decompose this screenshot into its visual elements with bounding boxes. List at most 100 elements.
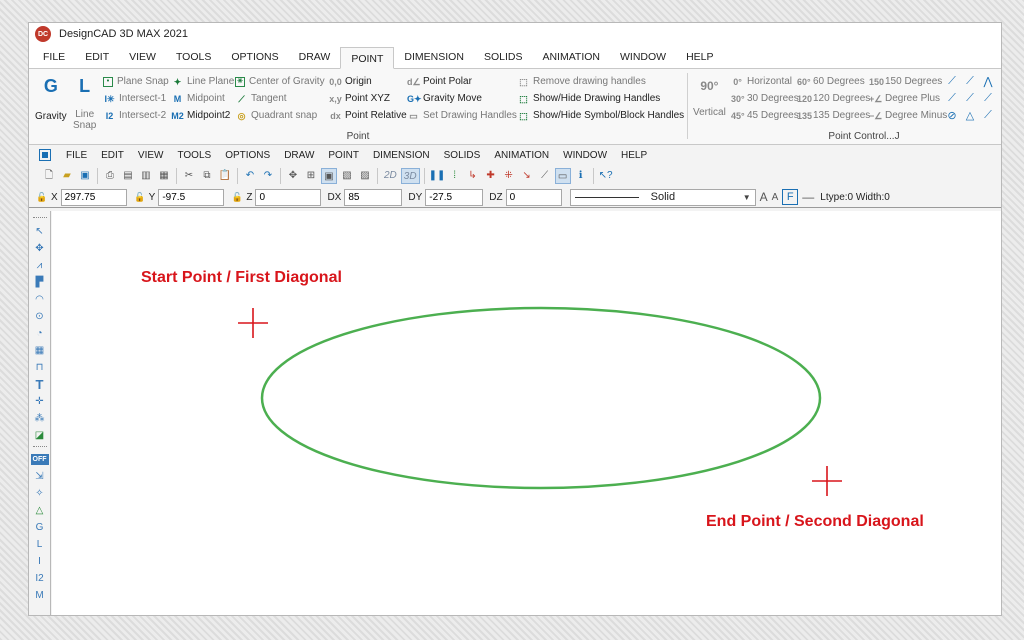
- snap-icon[interactable]: ✚: [483, 168, 499, 184]
- ribbon-tab-file[interactable]: FILE: [33, 46, 75, 68]
- intersect-2-button[interactable]: I2 Intersect-2: [103, 108, 169, 123]
- lock-z-icon[interactable]: 🔓: [230, 192, 244, 203]
- help-cursor-icon[interactable]: ↖?: [598, 168, 614, 184]
- snap-off-button[interactable]: OFF: [30, 454, 49, 465]
- font-larger-icon[interactable]: A: [760, 190, 768, 204]
- circle-icon[interactable]: ⊙: [32, 308, 48, 325]
- origin-button[interactable]: 0,0 Origin: [329, 74, 407, 89]
- ribbon-tab-help[interactable]: HELP: [676, 46, 723, 68]
- axis-icon[interactable]: ↳: [465, 168, 481, 184]
- view-icon[interactable]: ▣: [321, 168, 337, 184]
- point-icon[interactable]: ↘: [519, 168, 535, 184]
- ribbon-tab-point[interactable]: POINT: [340, 47, 395, 69]
- point-relative-button[interactable]: dx Point Relative: [329, 108, 406, 123]
- point-xyz-button[interactable]: x,y Point XYZ: [329, 91, 407, 106]
- gravity-snap-icon[interactable]: G: [32, 519, 48, 536]
- menu-edit[interactable]: EDIT: [94, 150, 131, 161]
- horizontal-button[interactable]: 0° Horizontal: [731, 74, 799, 89]
- plane-snap-button[interactable]: • Plane Snap: [103, 74, 169, 89]
- toolbox-grip[interactable]: [32, 217, 47, 220]
- window-icon[interactable]: ▭: [554, 168, 571, 184]
- midpoint-snap-icon[interactable]: M: [32, 587, 48, 604]
- arc-icon[interactable]: ◠: [32, 291, 48, 308]
- font-icon[interactable]: F: [782, 189, 799, 205]
- grid-icon[interactable]: ⁞: [447, 168, 463, 184]
- quadrant-snap-button[interactable]: ◎ Quadrant snap: [235, 108, 325, 123]
- ellipse-shape[interactable]: [260, 306, 822, 490]
- gravity-move-button[interactable]: G✦ Gravity Move: [407, 91, 517, 106]
- line-plane-button[interactable]: ✦ Line Plane: [171, 74, 235, 89]
- menu-draw[interactable]: DRAW: [277, 150, 321, 161]
- snap-tool-icon[interactable]: ⟋: [943, 75, 961, 92]
- drawing-canvas[interactable]: Start Point / First Diagonal End Point /…: [52, 211, 1001, 615]
- snap-tool-icon[interactable]: ⊘: [943, 109, 961, 126]
- line-width-icon[interactable]: —: [802, 190, 814, 204]
- snap-tool-icon[interactable]: ⟋: [961, 92, 979, 109]
- degree-minus-button[interactable]: −∠ Degree Minus: [869, 108, 947, 123]
- 150-degrees-button[interactable]: 150 150 Degrees: [869, 74, 947, 89]
- redraw-icon[interactable]: ▧: [339, 168, 355, 184]
- undo-icon[interactable]: ↶: [242, 168, 258, 184]
- save-icon[interactable]: ▣: [77, 168, 93, 184]
- dy-input[interactable]: [425, 188, 484, 206]
- ribbon-tab-draw[interactable]: DRAW: [289, 46, 341, 68]
- snap-tool-icon[interactable]: ⟋: [961, 75, 979, 92]
- z-coordinate-input[interactable]: [255, 188, 322, 206]
- midpoint2-button[interactable]: M2 Midpoint2: [171, 108, 234, 123]
- menu-help[interactable]: HELP: [614, 150, 654, 161]
- pause-icon[interactable]: ❚❚: [429, 168, 446, 184]
- lock-y-icon[interactable]: 🔓: [133, 192, 147, 203]
- print-icon[interactable]: ⎙: [102, 168, 118, 184]
- text-tool-icon[interactable]: T: [32, 376, 48, 393]
- move-cross-icon[interactable]: ✥: [32, 240, 48, 257]
- show-hide-drawing-handles-button[interactable]: ⬚ Show/Hide Drawing Handles: [517, 91, 684, 106]
- move-icon[interactable]: ✥: [285, 168, 301, 184]
- layers-icon[interactable]: ▨: [357, 168, 373, 184]
- select-arrow-icon[interactable]: ↖: [32, 223, 48, 240]
- 135-degrees-button[interactable]: 135 135 Degrees: [797, 108, 870, 123]
- menu-file[interactable]: FILE: [59, 150, 94, 161]
- snap-tool-icon[interactable]: △: [961, 109, 979, 126]
- 60-degrees-button[interactable]: 60° 60 Degrees: [797, 74, 870, 89]
- group-icon[interactable]: ⁂: [32, 410, 48, 427]
- print-preview-icon[interactable]: ▤: [120, 168, 136, 184]
- tangent-button[interactable]: ⟋ Tangent: [235, 91, 325, 106]
- menu-animation[interactable]: ANIMATION: [487, 150, 556, 161]
- ribbon-tab-animation[interactable]: ANIMATION: [532, 46, 610, 68]
- ribbon-tab-dimension[interactable]: DIMENSION: [394, 46, 474, 68]
- snap-tool-icon[interactable]: ⟋: [943, 92, 961, 109]
- menu-view[interactable]: VIEW: [131, 150, 171, 161]
- ellipse-icon[interactable]: ◔: [32, 325, 48, 342]
- remove-drawing-handles-button[interactable]: ⬚ Remove drawing handles: [517, 74, 684, 89]
- 2d-mode-button[interactable]: 2D: [382, 168, 399, 184]
- ribbon-tab-edit[interactable]: EDIT: [75, 46, 119, 68]
- pointer-snap-icon[interactable]: ⇲: [32, 468, 48, 485]
- open-folder-icon[interactable]: ▰: [59, 168, 75, 184]
- linetype-select[interactable]: Solid ▼: [569, 188, 756, 206]
- menu-dimension[interactable]: DIMENSION: [366, 150, 437, 161]
- menu-tools[interactable]: TOOLS: [170, 150, 218, 161]
- line-snap-button[interactable]: L Line Snap: [73, 75, 96, 131]
- page-setup-icon[interactable]: ▦: [156, 168, 172, 184]
- font-smaller-icon[interactable]: A: [772, 192, 779, 203]
- snap-tool-icon[interactable]: ⋀: [979, 75, 997, 92]
- ribbon-tab-options[interactable]: OPTIONS: [221, 46, 288, 68]
- degree-plus-button[interactable]: +∠ Degree Plus: [869, 91, 947, 106]
- intersect-snap-icon[interactable]: I: [32, 553, 48, 570]
- menu-options[interactable]: OPTIONS: [218, 150, 277, 161]
- grid-tools-icon[interactable]: ▦: [32, 342, 48, 359]
- copy-icon[interactable]: ⧉: [199, 168, 215, 184]
- triangle-snap-icon[interactable]: △: [32, 502, 48, 519]
- rectangle-icon[interactable]: ▛: [32, 274, 48, 291]
- cut-icon[interactable]: ✂: [181, 168, 197, 184]
- 30-degrees-button[interactable]: 30° 30 Degrees: [731, 91, 799, 106]
- line-snap-icon[interactable]: L: [32, 536, 48, 553]
- midpoint-button[interactable]: M Midpoint: [171, 91, 234, 106]
- point-polar-button[interactable]: d∠ Point Polar: [407, 74, 517, 89]
- magic-wand-icon[interactable]: ✧: [32, 485, 48, 502]
- polyline-icon[interactable]: ⩘: [32, 257, 48, 274]
- snap-tool-icon[interactable]: ⟋: [979, 109, 997, 126]
- lock-x-icon[interactable]: 🔓: [35, 192, 49, 203]
- ribbon-tab-tools[interactable]: TOOLS: [166, 46, 221, 68]
- toolbox-grip[interactable]: [32, 446, 47, 449]
